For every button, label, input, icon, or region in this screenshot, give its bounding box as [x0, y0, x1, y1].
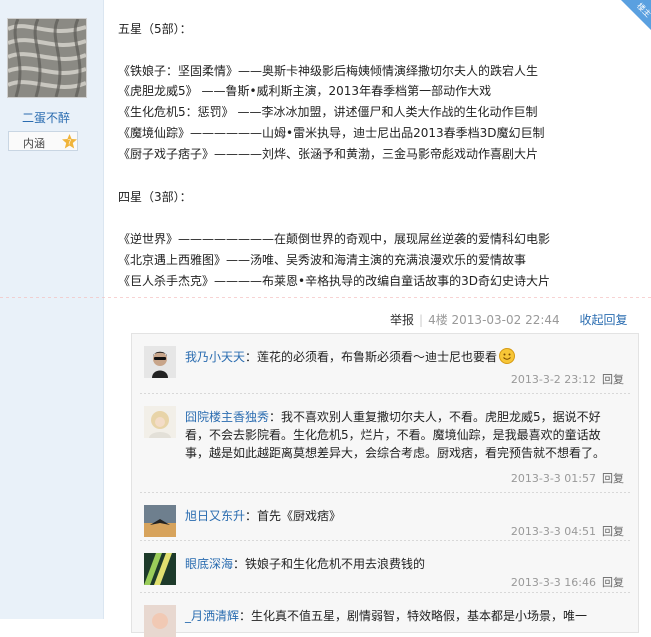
movie-line: 《逆世界》————————在颠倒世界的奇观中，展现屌丝逆袭的爱情科幻电影	[118, 232, 551, 246]
movie-line: 《铁娘子：坚固柔情》——奥斯卡神级影后梅姨倾情演绎撒切尔夫人的跌宕人生	[118, 64, 539, 78]
comment-time: 2013-3-3 04:51	[510, 525, 596, 538]
author-username[interactable]: 二蛋不醉	[0, 109, 92, 126]
commenter-avatar[interactable]	[144, 553, 176, 585]
movie-line: 《虎胆龙威5》 ——鲁斯•威利斯主演，2013年春季档第一部动作大戏	[118, 84, 492, 98]
comment-text: 生化真不值五星，剧情弱智，特效略假，基本都是小场景，唯一	[251, 609, 588, 623]
floor-number: 4楼	[428, 313, 448, 327]
comment-item: 我乃小天天：莲花的必须看，布鲁斯必须看～迪士尼也要看 2013-3-2 23:1…	[132, 334, 638, 394]
report-link[interactable]: 举报	[390, 313, 414, 327]
colon: ：	[245, 350, 258, 364]
comment-body: _月洒清辉：生化真不值五星，剧情弱智，特效略假，基本都是小场景，唯一	[185, 607, 623, 625]
badge-level: 7	[68, 140, 72, 147]
colon: ：	[269, 410, 282, 424]
collapse-reply-link[interactable]: 收起回复	[580, 313, 628, 327]
commenter-avatar[interactable]	[144, 605, 176, 637]
colon: ：	[233, 557, 246, 571]
comment-body: 我乃小天天：莲花的必须看，布鲁斯必须看～迪士尼也要看	[185, 348, 623, 366]
badge-label: 内涵	[23, 137, 45, 150]
post-divider	[0, 297, 651, 298]
commenter-avatar[interactable]	[144, 406, 176, 438]
comment-meta: 2013-3-3 04:51 回复	[511, 523, 624, 539]
colon: ：	[239, 609, 252, 623]
comment-text: 铁娘子和生化危机不用去浪费钱的	[245, 557, 426, 571]
comment-text: 首先《厨戏痞》	[257, 509, 342, 523]
movie-line: 《北京遇上西雅图》——汤唯、吴秀波和海清主演的充满浪漫欢乐的爱情故事	[118, 253, 527, 267]
commenter-name[interactable]: 囧院楼主香独秀	[185, 410, 269, 424]
section-heading-four-star: 四星（3部）：	[118, 190, 192, 204]
commenter-avatar[interactable]	[144, 505, 176, 537]
colon: ：	[245, 509, 258, 523]
reply-link[interactable]: 回复	[602, 373, 624, 386]
comment-body: 囧院楼主香独秀：我不喜欢别人重复撒切尔夫人，不看。虎胆龙威5，据说不好看，不会去…	[185, 408, 623, 462]
section-heading-five-star: 五星（5部）：	[118, 22, 192, 36]
op-corner-tag: 楼主	[621, 0, 651, 30]
comment-item: _月洒清辉：生化真不值五星，剧情弱智，特效略假，基本都是小场景，唯一	[132, 593, 638, 637]
comment-meta: 2013-3-3 01:57 回复	[511, 470, 624, 486]
reply-link[interactable]: 回复	[602, 576, 624, 589]
reply-link[interactable]: 回复	[602, 472, 624, 485]
comment-time: 2013-3-3 01:57	[510, 472, 596, 485]
commenter-name[interactable]: _月洒清辉	[185, 609, 239, 623]
post-date: 2013-03-02 22:44	[451, 313, 560, 327]
comment-list: 我乃小天天：莲花的必须看，布鲁斯必须看～迪士尼也要看 2013-3-2 23:1…	[131, 333, 639, 637]
commenter-name[interactable]: 我乃小天天	[185, 350, 245, 364]
comment-meta: 2013-3-2 23:12 回复	[511, 371, 624, 387]
movie-line: 《巨人杀手杰克》————布莱恩•辛格执导的改编自童话故事的3D奇幻史诗大片	[118, 274, 550, 288]
comment-meta: 2013-3-3 16:46 回复	[511, 574, 624, 590]
comment-item: 旭日又东升：首先《厨戏痞》 2013-3-3 04:51 回复	[132, 493, 638, 541]
post-footer: 举报 | 4楼 2013-03-02 22:44 收起回复	[390, 311, 628, 328]
movie-line: 《生化危机5：惩罚》 ——李冰冰加盟，讲述僵尸和人类大作战的生化动作巨制	[118, 105, 538, 119]
movie-line: 《厨子戏子痞子》————刘烨、张涵予和黄渤，三金马影帝彪戏动作喜剧大片	[118, 147, 539, 161]
comment-time: 2013-3-2 23:12	[510, 373, 596, 386]
author-badge[interactable]: 内涵 7	[8, 131, 78, 151]
author-sidebar: 二蛋不醉 内涵 7	[0, 0, 104, 619]
comment-item: 眼底深海：铁娘子和生化危机不用去浪费钱的 2013-3-3 16:46 回复	[132, 541, 638, 593]
comment-body: 眼底深海：铁娘子和生化危机不用去浪费钱的	[185, 555, 623, 573]
smiley-icon	[499, 348, 516, 364]
comment-item: 囧院楼主香独秀：我不喜欢别人重复撒切尔夫人，不看。虎胆龙威5，据说不好看，不会去…	[132, 394, 638, 493]
commenter-name[interactable]: 旭日又东升	[185, 509, 245, 523]
commenter-name[interactable]: 眼底深海	[185, 557, 233, 571]
badge-level-icon: 7	[62, 134, 77, 149]
commenter-avatar[interactable]	[144, 346, 176, 378]
comment-time: 2013-3-3 16:46	[510, 576, 596, 589]
separator: |	[419, 313, 424, 327]
movie-line: 《魔境仙踪》——————山姆•雷米执导，迪士尼出品2013春季档3D魔幻巨制	[118, 126, 545, 140]
reply-link[interactable]: 回复	[602, 525, 624, 538]
comment-text: 莲花的必须看，布鲁斯必须看～迪士尼也要看	[257, 350, 498, 364]
author-avatar[interactable]	[7, 18, 87, 98]
